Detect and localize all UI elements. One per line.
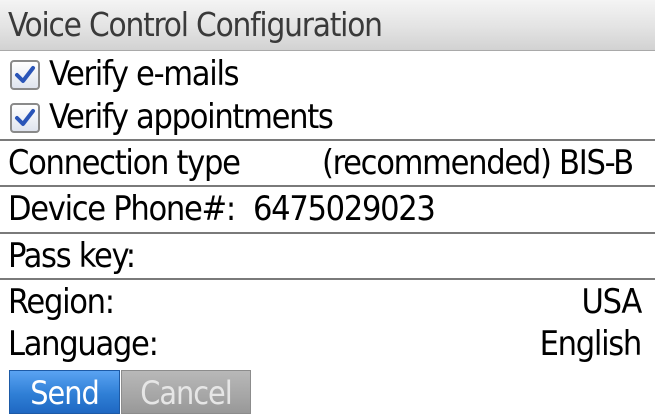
region-value[interactable]: USA	[582, 282, 643, 322]
region-label: Region:	[8, 282, 115, 322]
voice-control-config-screen: Voice Control Configuration Verify e-mai…	[0, 0, 655, 414]
device-phone-label: Device Phone#:	[8, 189, 236, 229]
checkmark-icon	[15, 109, 35, 126]
verify-emails-label: Verify e-mails	[49, 54, 240, 94]
verify-appointments-label: Verify appointments	[49, 97, 334, 137]
send-button[interactable]: Send	[9, 370, 120, 414]
pass-key-field[interactable]: Pass key:	[0, 236, 655, 276]
region-field[interactable]: Region: USA	[0, 282, 655, 322]
verify-appointments-checkbox[interactable]	[10, 103, 40, 133]
device-phone-value[interactable]: 6475029023	[253, 189, 436, 229]
language-field[interactable]: Language: English	[0, 324, 655, 364]
divider	[0, 139, 655, 141]
connection-type-field[interactable]: Connection type (recommended) BIS-B	[0, 143, 655, 185]
connection-type-value[interactable]: (recommended) BIS-B	[322, 143, 634, 183]
device-phone-field[interactable]: Device Phone#: 6475029023	[0, 189, 655, 229]
divider	[0, 185, 655, 187]
screen-title: Voice Control Configuration	[8, 5, 383, 44]
divider	[0, 232, 655, 234]
language-value[interactable]: English	[540, 324, 643, 364]
checkmark-icon	[15, 66, 35, 83]
title-bar: Voice Control Configuration	[0, 0, 655, 51]
cancel-button[interactable]: Cancel	[121, 370, 251, 414]
pass-key-label: Pass key:	[8, 236, 136, 276]
connection-type-label: Connection type	[8, 143, 241, 183]
verify-emails-option[interactable]: Verify e-mails	[0, 54, 655, 94]
language-label: Language:	[8, 324, 159, 364]
divider	[0, 278, 655, 280]
verify-appointments-option[interactable]: Verify appointments	[0, 97, 655, 137]
verify-emails-checkbox[interactable]	[10, 60, 40, 90]
